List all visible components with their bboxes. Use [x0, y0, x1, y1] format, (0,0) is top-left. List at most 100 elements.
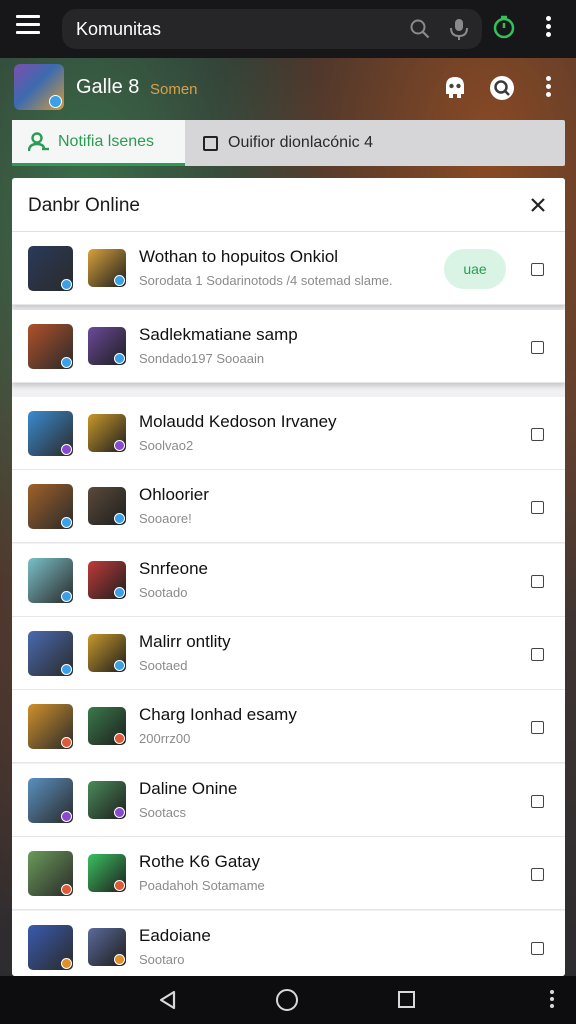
- avatar[interactable]: [28, 778, 73, 823]
- verified-icon: [61, 279, 72, 290]
- list-item[interactable]: Eadoiane Sootaro: [12, 911, 565, 976]
- avatar[interactable]: [28, 558, 73, 603]
- system-nav-bar: [0, 976, 576, 1024]
- tab-notifications[interactable]: Notifia lsenes: [12, 120, 185, 166]
- checkbox-icon[interactable]: [531, 428, 544, 441]
- tab-label: Notifia lsenes: [58, 132, 155, 150]
- member-subtitle: Poadahoh Sotamame: [139, 878, 265, 893]
- panel-header: Danbr Online: [12, 178, 565, 232]
- avatar[interactable]: [88, 249, 126, 287]
- avatar[interactable]: [88, 561, 126, 599]
- avatar[interactable]: [28, 851, 73, 896]
- avatar[interactable]: [28, 484, 73, 529]
- verified-icon: [61, 737, 72, 748]
- home-icon[interactable]: [276, 989, 298, 1011]
- avatar[interactable]: [28, 704, 73, 749]
- search-circle-icon[interactable]: [488, 74, 516, 102]
- member-subtitle: Sootado: [139, 585, 188, 600]
- close-icon[interactable]: [528, 195, 548, 215]
- member-name: Wothan to hopuitos Onkiol: [139, 247, 339, 266]
- verified-icon: [61, 444, 72, 455]
- verified-icon: [61, 591, 72, 602]
- tab-other[interactable]: Ouifior dionlacónic 4: [185, 120, 565, 166]
- verified-icon: [114, 807, 125, 818]
- member-subtitle: Sootaed: [139, 658, 188, 673]
- verified-icon: [114, 733, 125, 744]
- verified-icon: [114, 880, 125, 891]
- member-subtitle: Sootacs: [139, 805, 186, 820]
- checkbox-icon[interactable]: [531, 501, 544, 514]
- member-name: Daline Onine: [139, 779, 238, 798]
- list-item[interactable]: Ohloorier Sooaore!: [12, 470, 565, 543]
- checkbox-icon[interactable]: [531, 341, 544, 354]
- person-add-icon: [28, 131, 49, 151]
- verified-icon: [114, 353, 125, 364]
- member-subtitle: Sorodata 1 Sodarinotods /4 sotemad slame…: [139, 273, 393, 288]
- search-bar[interactable]: [62, 9, 482, 49]
- member-subtitle: Sooaore!: [139, 511, 192, 526]
- avatar[interactable]: [88, 327, 126, 365]
- verified-icon: [61, 517, 72, 528]
- verified-icon: [61, 357, 72, 368]
- checkbox-icon[interactable]: [531, 795, 544, 808]
- tab-label: Ouifior dionlacónic 4: [228, 134, 373, 151]
- avatar[interactable]: [88, 634, 126, 672]
- member-name: Snrfeone: [139, 559, 208, 578]
- verified-icon: [61, 664, 72, 675]
- profile-icon[interactable]: [442, 74, 468, 100]
- checkbox-icon: [203, 135, 218, 151]
- avatar[interactable]: [88, 707, 126, 745]
- member-name: Charg Ionhad esamy: [139, 705, 297, 724]
- tab-bar: Notifia lsenes Ouifior dionlacónic 4: [12, 120, 565, 166]
- member-panel: Danbr Online Wothan to hopuitos Onkiol So…: [12, 178, 565, 976]
- verified-icon: [114, 954, 125, 965]
- member-name: Eadoiane: [139, 926, 211, 945]
- member-name: Ohloorier: [139, 485, 209, 504]
- list-item[interactable]: Wothan to hopuitos Onkiol Sorodata 1 Soda…: [12, 232, 565, 305]
- avatar[interactable]: [28, 324, 73, 369]
- avatar[interactable]: [88, 854, 126, 892]
- list-item[interactable]: Sadlekmatiane samp Sondado197 Sooaain: [12, 310, 565, 383]
- recents-icon[interactable]: [398, 991, 415, 1008]
- avatar[interactable]: [88, 487, 126, 525]
- checkbox-icon[interactable]: [531, 942, 544, 955]
- back-icon[interactable]: [158, 990, 178, 1010]
- game-title: Galle 8: [76, 76, 140, 98]
- checkbox-icon[interactable]: [531, 721, 544, 734]
- verified-icon: [114, 587, 125, 598]
- status-badge[interactable]: uae: [444, 249, 506, 289]
- timer-icon[interactable]: [492, 15, 516, 39]
- avatar[interactable]: [88, 781, 126, 819]
- verified-icon: [114, 440, 125, 451]
- list-item[interactable]: Molaudd Kedoson Irvaney Soolvao2: [12, 397, 565, 470]
- list-item[interactable]: Snrfeone Sootado: [12, 544, 565, 617]
- list-item[interactable]: Rothe K6 Gatay Poadahoh Sotamame: [12, 837, 565, 910]
- avatar[interactable]: [28, 925, 73, 970]
- more-vert-icon[interactable]: [540, 16, 556, 38]
- search-icon[interactable]: [410, 19, 430, 39]
- checkbox-icon[interactable]: [531, 648, 544, 661]
- game-subtitle: Somen: [150, 81, 198, 98]
- verified-icon: [61, 884, 72, 895]
- avatar[interactable]: [88, 414, 126, 452]
- avatar[interactable]: [28, 246, 73, 291]
- mic-icon[interactable]: [448, 17, 470, 41]
- avatar[interactable]: [88, 928, 126, 966]
- checkbox-icon[interactable]: [531, 263, 544, 276]
- checkbox-icon[interactable]: [531, 868, 544, 881]
- member-name: Rothe K6 Gatay: [139, 852, 260, 871]
- list-item[interactable]: Malirr ontlity Sootaed: [12, 617, 565, 690]
- list-item[interactable]: Daline Onine Sootacs: [12, 764, 565, 837]
- member-name: Sadlekmatiane samp: [139, 325, 298, 344]
- game-thumbnail[interactable]: [14, 64, 64, 110]
- avatar[interactable]: [28, 631, 73, 676]
- checkbox-icon[interactable]: [531, 575, 544, 588]
- avatar[interactable]: [28, 411, 73, 456]
- list-item[interactable]: Charg Ionhad esamy 200rrz00: [12, 690, 565, 763]
- more-vert-icon[interactable]: [548, 990, 556, 1012]
- more-vert-icon[interactable]: [540, 76, 556, 98]
- search-input[interactable]: [76, 9, 396, 49]
- verified-icon: [114, 513, 125, 524]
- member-name: Molaudd Kedoson Irvaney: [139, 412, 337, 431]
- menu-icon[interactable]: [16, 15, 40, 35]
